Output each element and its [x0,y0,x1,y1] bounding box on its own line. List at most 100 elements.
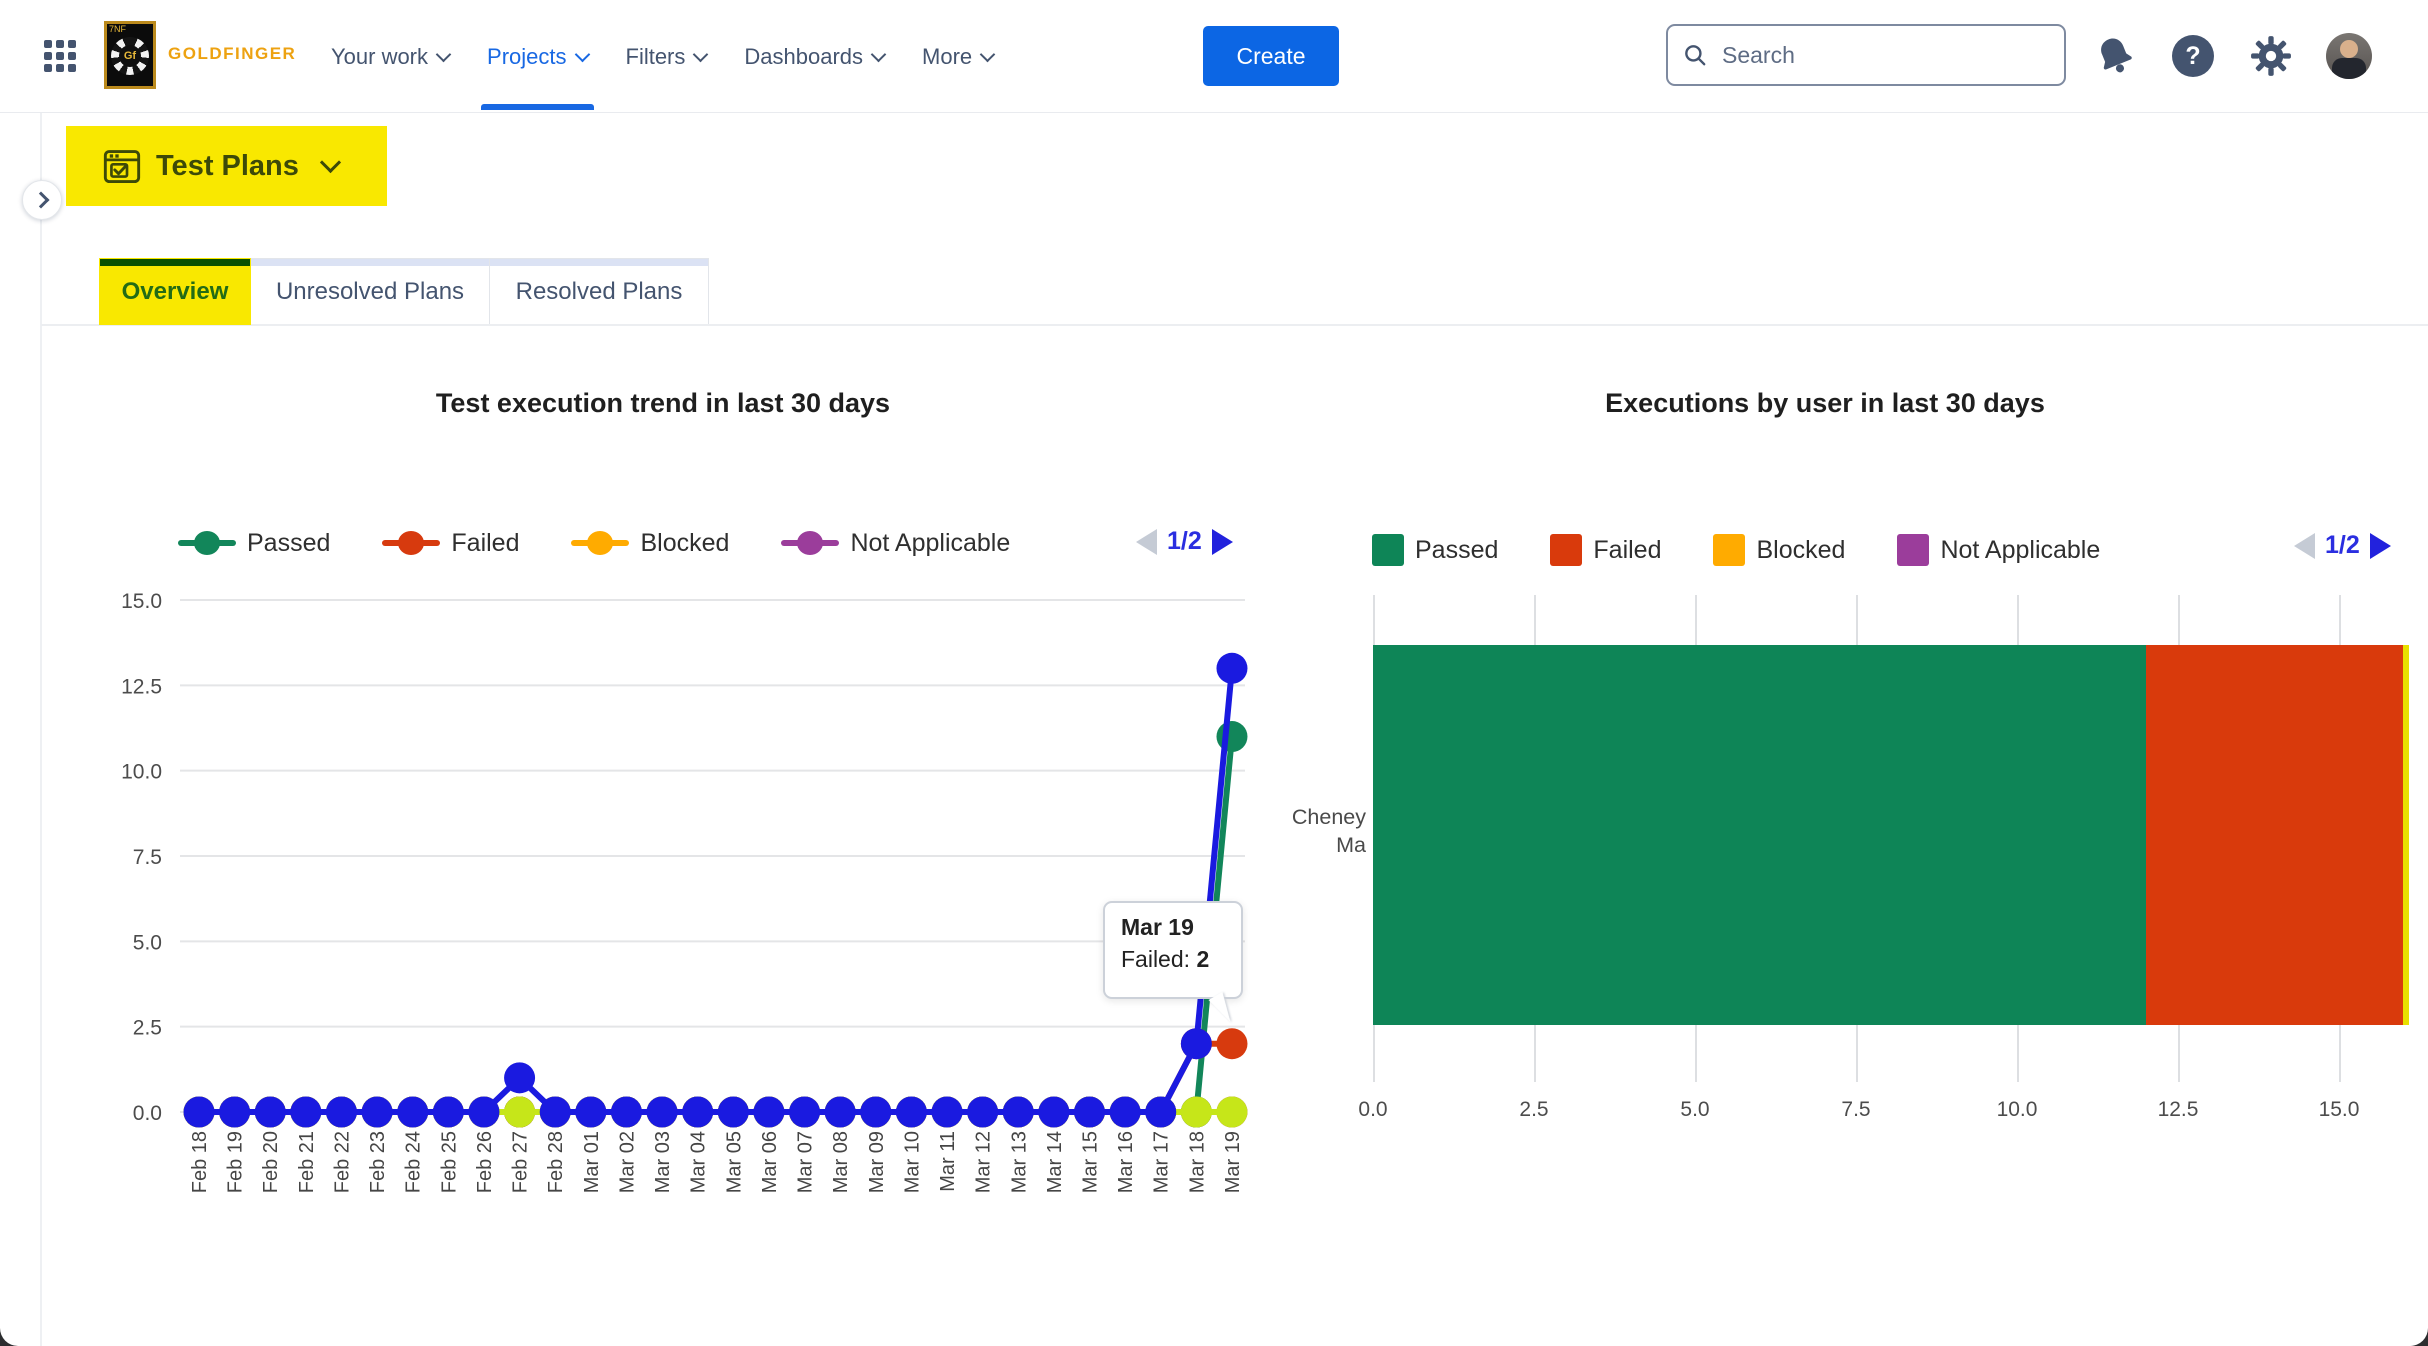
pager-page-label: 1/2 [1167,527,1202,556]
x-tick-label: Mar 16 [1115,1131,1137,1193]
category-label: CheneyMa [1270,803,1366,859]
x-tick-label: Mar 15 [1080,1131,1102,1193]
x-tick-label: Feb 22 [331,1131,353,1193]
legend-item-passed: Passed [1372,534,1498,566]
test-plans-menu[interactable]: Test Plans [66,126,387,206]
nav-more[interactable]: More [922,0,993,113]
app-switcher-icon[interactable] [44,40,76,72]
legend-label: Blocked [640,529,729,558]
legend-item-failed: Failed [382,528,519,558]
chevron-down-icon [980,46,996,62]
legend-swatch [1372,534,1404,566]
series-line [199,737,1232,1112]
bar-chart-title: Executions by user in last 30 days [1325,388,2325,419]
data-point [504,1062,535,1093]
search-input[interactable] [1720,41,2050,70]
data-point [290,1097,321,1128]
pager-prev-icon[interactable] [1136,529,1157,555]
help-icon[interactable]: ? [2170,33,2216,79]
chevron-down-icon [693,46,709,62]
x-tick-label: Mar 09 [866,1131,888,1193]
notifications-bell-icon[interactable] [2092,33,2138,79]
goldfinger-logo[interactable]: 7NF Gf [104,21,156,89]
line-chart-legend: PassedFailedBlockedNot Applicable [178,523,1010,563]
line-legend-pager: 1/2 [1136,527,1233,556]
data-point [753,1097,784,1128]
pager-page-label: 1/2 [2325,531,2360,560]
header-icons: ? [2092,31,2372,81]
sidebar-expand-button[interactable] [22,180,62,220]
create-button[interactable]: Create [1203,26,1339,86]
tab-unresolved-plans[interactable]: Unresolved Plans [250,258,490,325]
legend-label: Passed [247,529,330,558]
x-tick-label: Mar 12 [973,1131,995,1193]
data-point [967,1097,998,1128]
data-point [362,1097,393,1128]
x-tick-label: Feb 19 [225,1131,247,1193]
pager-next-icon[interactable] [2370,533,2391,559]
data-point [1181,1097,1212,1128]
legend-label: Not Applicable [1940,536,2100,565]
x-tick-label: Feb 21 [296,1131,318,1193]
data-point [1181,1028,1212,1059]
legend-item-not-applicable: Not Applicable [1897,534,2100,566]
sidebar-divider [40,113,42,1346]
data-point [647,1097,678,1128]
legend-label: Failed [1593,536,1661,565]
bar-segment-passed [1373,645,2146,1025]
settings-gear-icon[interactable] [2248,33,2294,79]
y-tick-label: 5.0 [133,931,162,954]
logo-badge: 7NF [107,24,126,35]
data-point [540,1097,571,1128]
data-point [1216,1097,1247,1128]
legend-swatch [382,528,440,558]
tab-overview[interactable]: Overview [99,258,251,325]
chart-tooltip: Mar 19 Failed: 2 [1103,901,1243,999]
x-tick-label: Feb 28 [545,1131,567,1193]
x-tick-label: 12.5 [2128,1098,2228,1122]
x-tick-label: Mar 04 [688,1131,710,1193]
x-tick-label: Feb 18 [189,1131,211,1193]
x-tick-label: Mar 05 [723,1131,745,1193]
x-tick-label: Mar 17 [1151,1131,1173,1193]
page-title: Test Plans [156,150,299,183]
nav-projects[interactable]: Projects [487,0,587,113]
legend-label: Passed [1415,536,1498,565]
x-tick-label: Mar 10 [901,1131,923,1193]
data-point [932,1097,963,1128]
nav-dashboards[interactable]: Dashboards [744,0,884,113]
x-tick-label: Mar 07 [795,1131,817,1193]
legend-swatch [1550,534,1582,566]
test-plans-icon [102,146,142,186]
legend-swatch [781,528,839,558]
tab-bar-divider [41,324,2428,326]
chevron-down-icon [436,46,452,62]
pager-prev-icon[interactable] [2294,533,2315,559]
pager-next-icon[interactable] [1212,529,1233,555]
legend-label: Blocked [1756,536,1845,565]
tooltip-value-row: Failed: 2 [1121,946,1241,973]
legend-item-passed: Passed [178,528,330,558]
data-point [433,1097,464,1128]
data-point [789,1097,820,1128]
data-point [896,1097,927,1128]
user-avatar[interactable] [2326,33,2372,79]
legend-label: Failed [451,529,519,558]
x-tick-label: Mar 06 [759,1131,781,1193]
nav-your-work[interactable]: Your work [331,0,449,113]
y-tick-label: 2.5 [133,1017,162,1040]
chevron-down-icon [574,46,590,62]
data-point [219,1097,250,1128]
x-tick-label: 10.0 [1967,1098,2067,1122]
bar-segment--unlabeled-yellow-sliver- [2403,645,2408,1025]
tab-resolved-plans[interactable]: Resolved Plans [489,258,709,325]
data-point [1216,1028,1247,1059]
x-tick-label: Mar 02 [616,1131,638,1193]
data-point [718,1097,749,1128]
data-point [1074,1097,1105,1128]
nav-filters[interactable]: Filters [626,0,707,113]
chevron-down-icon [871,46,887,62]
brand-name: GOLDFINGER [168,44,296,64]
search-box [1666,24,2066,86]
x-tick-label: Mar 01 [581,1131,603,1193]
